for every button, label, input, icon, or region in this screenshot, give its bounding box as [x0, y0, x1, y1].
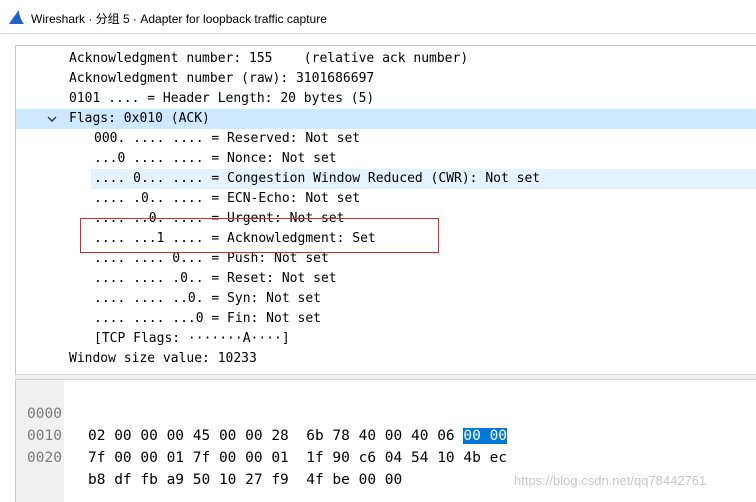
tree-row-label: .... .... 0... = Push: Not set — [94, 251, 329, 266]
hex-row[interactable]: 0000 02 00 00 00 45 00 00 28 6b 78 40 00… — [16, 381, 756, 444]
tree-row-label: Acknowledgment number (raw): 3101686697 — [69, 71, 375, 86]
tree-row-label: 0101 .... = Header Length: 20 bytes (5) — [69, 91, 375, 106]
tree-row-label: [TCP Flags: ·······A····] — [94, 331, 290, 346]
hex-bytes[interactable]: b8 df fb a9 50 10 27 f9 4f be 00 00 — [88, 469, 402, 491]
tree-row-label: Flags: 0x010 (ACK) — [69, 111, 210, 126]
tree-row-ecn-echo[interactable]: .... .0.. .... = ECN-Echo: Not set — [16, 189, 756, 209]
chevron-down-icon[interactable] — [47, 114, 57, 124]
tree-row-label: .... .... ..0. = Syn: Not set — [94, 291, 321, 306]
tree-row-syn[interactable]: .... .... ..0. = Syn: Not set — [16, 289, 756, 309]
tree-row-fin[interactable]: .... .... ...0 = Fin: Not set — [16, 309, 756, 329]
watermark-text: https://blog.csdn.net/qq78442761 — [514, 473, 707, 488]
tree-row-acknowledgment[interactable]: .... ...1 .... = Acknowledgment: Set — [16, 229, 756, 249]
tree-row-urgent[interactable]: .... ..0. .... = Urgent: Not set — [16, 209, 756, 229]
title-bar: Wireshark · 分组 5 · Adapter for loopback … — [0, 0, 756, 34]
tree-row-label: .... 0... .... = Congestion Window Reduc… — [94, 171, 541, 186]
packet-details-pane[interactable]: Acknowledgment number: 155 (relative ack… — [15, 45, 756, 374]
tree-row-label: Window size value: 10233 — [69, 351, 257, 366]
tree-row-label: .... ...1 .... = Acknowledgment: Set — [94, 231, 376, 246]
tree-row-header-length[interactable]: 0101 .... = Header Length: 20 bytes (5) — [16, 89, 756, 109]
tree-row-nonce[interactable]: ...0 .... .... = Nonce: Not set — [16, 149, 756, 169]
tree-row-push[interactable]: .... .... 0... = Push: Not set — [16, 249, 756, 269]
hex-bytes[interactable]: 7f 00 00 01 7f 00 00 01 1f 90 c6 04 54 1… — [88, 447, 507, 469]
tree-row-reserved[interactable]: 000. .... .... = Reserved: Not set — [16, 129, 756, 149]
tree-row-label: .... .... ...0 = Fin: Not set — [94, 311, 321, 326]
wireshark-fin-icon — [9, 10, 24, 24]
tree-row-label: ...0 .... .... = Nonce: Not set — [94, 151, 337, 166]
hex-offset: 0020 — [27, 450, 62, 466]
tree-row-cwr[interactable]: .... 0... .... = Congestion Window Reduc… — [91, 169, 756, 189]
hex-row[interactable]: 0020 b8 df fb a9 50 10 27 f9 4f be 00 00 — [16, 425, 756, 488]
hex-row[interactable]: 0010 7f 00 00 01 7f 00 00 01 1f 90 c6 04… — [16, 403, 756, 466]
window-title: Wireshark · 分组 5 · Adapter for loopback … — [31, 12, 327, 26]
tree-row-reset[interactable]: .... .... .0.. = Reset: Not set — [16, 269, 756, 289]
tree-row-tcp-flags[interactable]: [TCP Flags: ·······A····] — [16, 329, 756, 349]
tree-row-window-size[interactable]: Window size value: 10233 — [16, 349, 756, 369]
tree-row-label: 000. .... .... = Reserved: Not set — [94, 131, 361, 146]
tree-row-label: .... .... .0.. = Reset: Not set — [94, 271, 337, 286]
tree-row-ack-raw[interactable]: Acknowledgment number (raw): 3101686697 — [16, 69, 756, 89]
tree-row-flags[interactable]: Flags: 0x010 (ACK) — [16, 109, 756, 129]
tree-row-label: .... .0.. .... = ECN-Echo: Not set — [94, 191, 361, 206]
tree-row-ack-number[interactable]: Acknowledgment number: 155 (relative ack… — [16, 49, 756, 69]
tree-row-label: Acknowledgment number: 155 (relative ack… — [69, 51, 469, 66]
tree-row-label: .... ..0. .... = Urgent: Not set — [94, 211, 345, 226]
